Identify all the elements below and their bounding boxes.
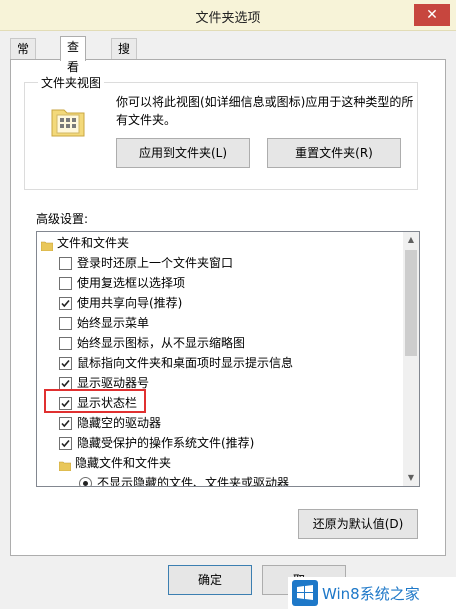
list-item[interactable]: 鼠标指向文件夹和桌面项时显示提示信息 [37, 353, 403, 373]
scroll-thumb[interactable] [405, 250, 417, 356]
checkbox-checked[interactable] [59, 417, 72, 430]
list-item: 隐藏文件和文件夹 [37, 453, 403, 473]
checkbox-checked[interactable] [59, 357, 72, 370]
scroll-up-icon[interactable]: ▲ [403, 232, 419, 248]
list-item[interactable]: 始终显示菜单 [37, 313, 403, 333]
windows-logo-icon [292, 580, 318, 606]
list-item-label: 文件和文件夹 [57, 236, 130, 250]
reset-folders-button[interactable]: 重置文件夹(R) [267, 138, 401, 168]
list-item[interactable]: 隐藏受保护的操作系统文件(推荐) [37, 433, 403, 453]
checkbox-unchecked[interactable] [59, 257, 72, 270]
scroll-down-icon[interactable]: ▼ [403, 470, 419, 486]
checkbox-unchecked[interactable] [59, 317, 72, 330]
ok-button[interactable]: 确定 [168, 565, 252, 595]
list-item-label: 使用共享向导(推荐) [77, 296, 183, 310]
tab-general[interactable]: 常规 [10, 38, 37, 76]
window-title: 文件夹选项 [195, 11, 261, 26]
close-button[interactable]: ✕ [414, 4, 450, 26]
list-item-label: 隐藏空的驱动器 [77, 416, 162, 430]
checkbox-unchecked[interactable] [59, 277, 72, 290]
checkbox-checked[interactable] [59, 297, 72, 310]
list-item: 文件和文件夹 [37, 233, 403, 253]
list-item[interactable]: 不显示隐藏的文件、文件夹或驱动器 [37, 473, 403, 487]
checkbox-checked[interactable] [59, 437, 72, 450]
advanced-settings-list[interactable]: 文件和文件夹登录时还原上一个文件夹窗口 使用复选框以选择项 使用共享向导(推荐) 始终… [36, 231, 420, 487]
list-item-label: 使用复选框以选择项 [77, 276, 186, 290]
folder-icon [40, 237, 54, 252]
list-item-label: 不显示隐藏的文件、文件夹或驱动器 [97, 476, 290, 487]
list-item[interactable]: 使用复选框以选择项 [37, 273, 403, 293]
advanced-settings-items: 文件和文件夹登录时还原上一个文件夹窗口 使用复选框以选择项 使用共享向导(推荐) 始终… [37, 233, 403, 487]
list-item[interactable]: 使用共享向导(推荐) [37, 293, 403, 313]
highlight-box [44, 389, 146, 413]
folder-icon [58, 457, 72, 472]
apply-to-folders-button[interactable]: 应用到文件夹(L) [116, 138, 250, 168]
folder-view-icon [51, 109, 85, 137]
scrollbar[interactable]: ▲ ▼ [403, 232, 419, 486]
list-item[interactable]: 登录时还原上一个文件夹窗口 [37, 253, 403, 273]
checkbox-unchecked[interactable] [59, 337, 72, 350]
tab-search[interactable]: 搜索 [111, 38, 138, 76]
restore-defaults-button[interactable]: 还原为默认值(D) [298, 509, 418, 539]
radio-button[interactable] [79, 477, 92, 486]
title-bar: 文件夹选项 ✕ [0, 0, 456, 31]
list-item-label: 鼠标指向文件夹和桌面项时显示提示信息 [77, 356, 294, 370]
advanced-settings-label: 高级设置: [36, 212, 89, 226]
list-item[interactable]: 隐藏空的驱动器 [37, 413, 403, 433]
watermark: Win8系统之家 [288, 577, 456, 609]
list-item[interactable]: 始终显示图标，从不显示缩略图 [37, 333, 403, 353]
list-item-label: 始终显示菜单 [77, 316, 150, 330]
list-item-label: 隐藏受保护的操作系统文件(推荐) [77, 436, 255, 450]
folder-view-description: 你可以将此视图(如详细信息或图标)应用于这种类型的所有文件夹。 [116, 95, 414, 127]
list-item-label: 始终显示图标，从不显示缩略图 [77, 336, 246, 350]
watermark-text: Win8系统之家 [322, 585, 420, 603]
close-icon: ✕ [426, 7, 438, 23]
tab-view[interactable]: 查看 [60, 36, 87, 74]
list-item-label: 隐藏文件和文件夹 [75, 456, 172, 470]
list-item-label: 登录时还原上一个文件夹窗口 [77, 256, 234, 270]
